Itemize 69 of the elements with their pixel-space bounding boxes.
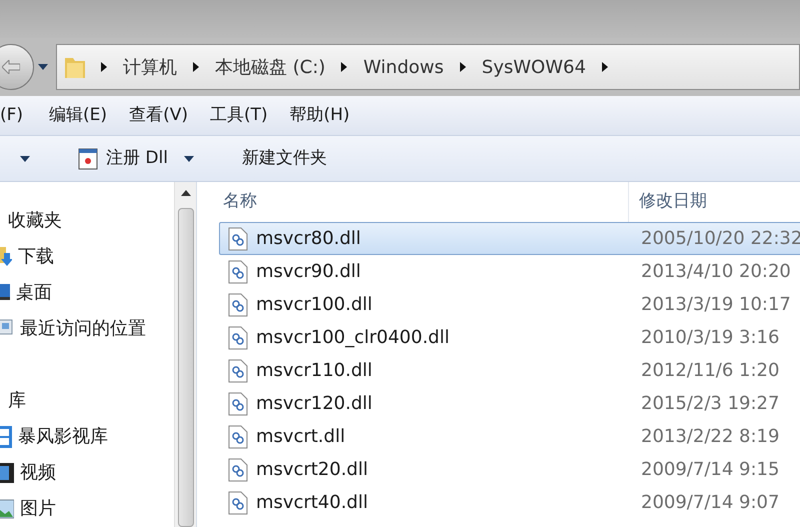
file-name: msvcr90.dll [256,260,361,284]
window-icon [78,148,98,170]
dll-file-icon [228,424,248,448]
file-name: msvcr120.dll [256,392,372,416]
nav-item[interactable]: 最近访问的位置 [20,314,146,342]
file-row[interactable]: msvcr100_clr0400.dll 2010/3/19 3:16 [219,321,800,354]
dll-file-icon [228,292,248,316]
caret-icon [38,64,48,70]
menu-item[interactable]: 查看(V) [129,102,188,128]
file-row[interactable]: msvcrt20.dll 2009/7/14 9:15 [219,453,800,486]
breadcrumb-item[interactable]: 计算机 [123,54,177,80]
file-date: 2009/7/14 9:15 [640,458,780,482]
dll-file-icon [228,260,248,284]
nav-item[interactable]: 暴风影视库 [18,423,108,450]
menu-item[interactable]: (F) [0,102,28,128]
scroll-up-icon [180,190,190,196]
chevron-icon [460,62,466,72]
nav-item[interactable]: 视频 [20,459,56,486]
caret-icon [184,156,194,162]
folder-icon [65,55,85,79]
file-name: msvcr100_clr0400.dll [256,326,450,350]
dll-file-icon [228,458,248,482]
file-row[interactable]: msvcr90.dll 2013/4/10 20:20 [219,255,800,288]
chevron-icon [602,62,608,72]
chevron-icon [193,62,199,72]
menu-item[interactable]: 编辑(E) [49,102,108,128]
file-name: msvcrt.dll [256,425,346,449]
dll-file-icon [228,358,248,382]
caret-icon [20,156,30,162]
file-date: 2010/3/19 3:16 [640,326,780,350]
breadcrumb-item[interactable]: 本地磁盘 (C:) [215,54,326,80]
file-date: 2015/2/3 19:27 [640,392,780,416]
new-folder-button[interactable]: 新建文件夹 [242,146,327,172]
nav-item[interactable]: 下载 [18,242,54,270]
file-date: 2012/11/6 1:20 [640,359,780,383]
file-date: 2013/3/19 10:17 [640,293,791,317]
breadcrumb-item[interactable]: SysWOW64 [482,54,586,80]
chevron-icon [101,62,107,72]
file-row[interactable]: msvcr100.dll 2013/3/19 10:17 [219,288,800,321]
breadcrumb-item[interactable]: Windows [363,54,444,80]
file-name: msvcr110.dll [256,359,372,383]
nav-item[interactable]: 收藏夹 [8,206,62,234]
file-date: 2009/7/14 9:07 [640,491,780,515]
column-header[interactable]: 修改日期 [629,182,800,222]
file-row[interactable]: msvcrt40.dll 2009/7/14 9:07 [219,486,800,519]
file-name: msvcr80.dll [256,227,361,251]
chevron-icon [341,62,348,72]
arrow-icon [2,60,20,74]
nav-item[interactable]: 库 [8,387,26,414]
file-row[interactable]: msvcr120.dll 2015/2/3 19:27 [219,387,800,420]
file-row[interactable]: msvcr110.dll 2012/11/6 1:20 [219,354,800,387]
menu-item[interactable]: 帮助(H) [290,102,350,128]
file-name: msvcrt40.dll [256,491,368,515]
back-button[interactable] [0,44,34,90]
menu-item[interactable]: 工具(T) [210,102,268,128]
file-name: msvcr100.dll [256,293,372,317]
file-date: 2013/4/10 20:20 [640,260,791,284]
nav-item[interactable]: 桌面 [16,278,52,306]
file-name: msvcrt20.dll [256,458,368,482]
dll-file-icon [228,326,248,350]
address-bar[interactable]: 计算机 本地磁盘 (C:) Windows SysWOW64 [56,44,800,90]
register-dll-button[interactable]: 注册 Dll [78,146,194,172]
nav-item[interactable]: 图片 [20,495,56,522]
scrollbar[interactable] [174,182,196,527]
dll-file-icon [228,392,248,416]
file-date: 2013/2/22 8:19 [640,425,780,449]
file-row[interactable]: msvcrt.dll 2013/2/22 8:19 [219,420,800,453]
dll-file-icon [228,226,248,250]
dll-file-icon [228,490,248,514]
